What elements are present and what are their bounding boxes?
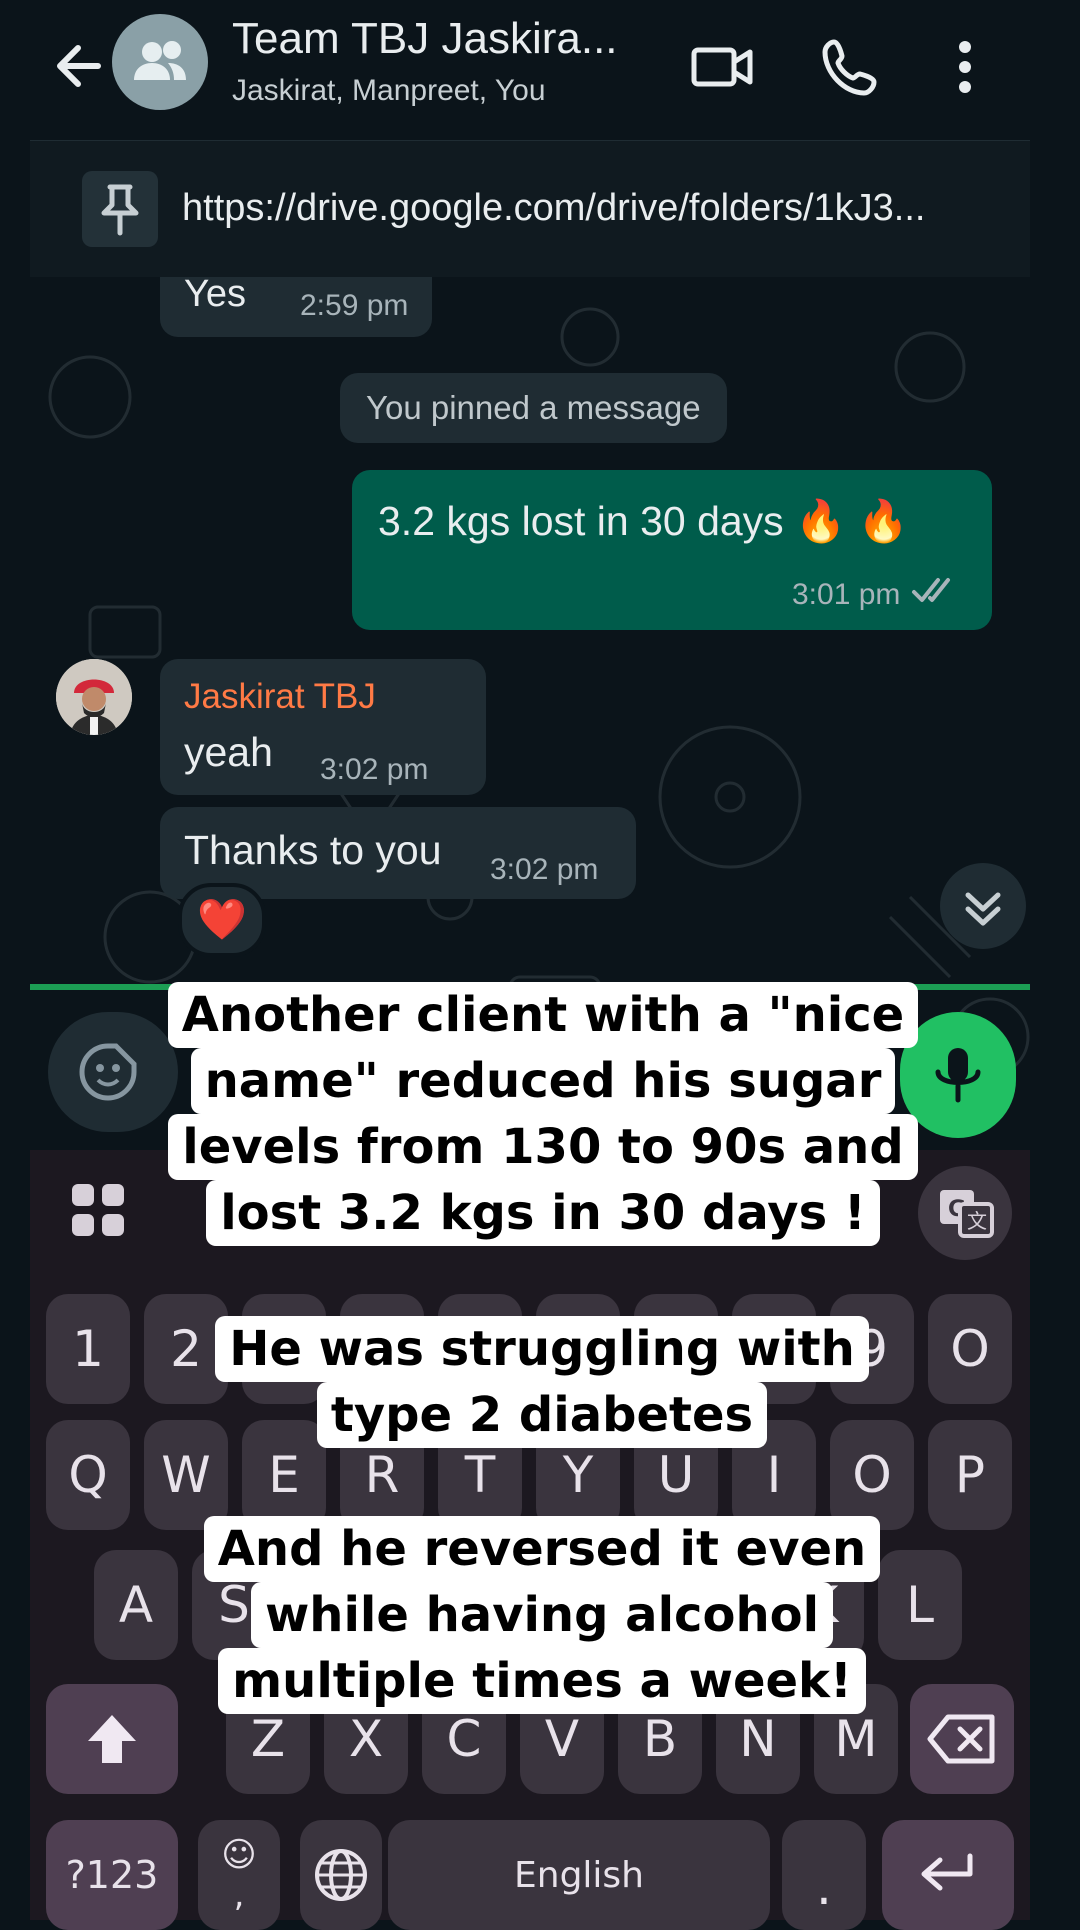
emoji-icon: ☺: [221, 1835, 257, 1875]
shift-arrow-icon: [88, 1715, 136, 1763]
translate-icon[interactable]: G文: [918, 1166, 1012, 1260]
apps-grid-icon[interactable]: [70, 1182, 126, 1243]
caption-block-2: He was struggling with type 2 diabetes: [212, 1316, 872, 1448]
back-arrow-icon[interactable]: [48, 36, 108, 96]
globe-icon: [315, 1849, 367, 1901]
message-time: 3:01 pm: [792, 578, 901, 611]
message-time: 3:02 pm: [490, 853, 599, 886]
key-q[interactable]: Q: [46, 1420, 130, 1530]
space-key[interactable]: English: [388, 1820, 770, 1930]
chat-header: Team TBJ Jaskira... Jaskirat, Manpreet, …: [0, 0, 1080, 140]
sender-name: Jaskirat TBJ: [184, 677, 376, 716]
key-p[interactable]: P: [928, 1420, 1012, 1530]
shift-key[interactable]: [46, 1684, 178, 1794]
symbols-key[interactable]: ?123: [46, 1820, 178, 1930]
caption-line: Another client with a "nice: [167, 982, 919, 1048]
video-call-icon[interactable]: [688, 32, 758, 102]
message-input-field[interactable]: [48, 1012, 178, 1132]
heart-reaction[interactable]: ❤️: [178, 883, 266, 957]
message-text: Thanks to you: [184, 827, 442, 873]
key-a[interactable]: A: [94, 1550, 178, 1660]
key-1[interactable]: 1: [46, 1294, 130, 1404]
svg-text:文: 文: [967, 1209, 987, 1233]
caption-line: type 2 diabetes: [316, 1382, 768, 1448]
phone-icon[interactable]: [816, 32, 886, 102]
backspace-icon: [927, 1714, 995, 1764]
period-key[interactable]: .: [782, 1820, 866, 1930]
group-avatar-icon[interactable]: [112, 14, 208, 110]
sticker-icon[interactable]: [76, 1040, 140, 1109]
caption-line: And he reversed it even: [203, 1516, 881, 1582]
caption-block-3: And he reversed it even while having alco…: [202, 1516, 882, 1714]
more-vert-icon[interactable]: [930, 32, 1000, 102]
backspace-key[interactable]: [910, 1684, 1014, 1794]
read-receipt-icon: [910, 574, 958, 613]
outgoing-message-bubble[interactable]: 3.2 kgs lost in 30 days 🔥 🔥 3:01 pm: [352, 470, 992, 630]
language-key[interactable]: [300, 1820, 382, 1930]
chat-title[interactable]: Team TBJ Jaskira...: [232, 14, 618, 64]
pinned-link-text[interactable]: https://drive.google.com/drive/folders/1…: [182, 187, 925, 230]
enter-arrow-icon: [921, 1853, 973, 1891]
comma-label: ,: [233, 1875, 245, 1915]
message-text: Yes: [184, 277, 246, 315]
system-message: You pinned a message: [340, 373, 727, 443]
message-text: 3.2 kgs lost in 30 days 🔥 🔥: [378, 498, 909, 544]
caption-line: multiple times a week!: [218, 1648, 866, 1714]
message-time: 2:59 pm: [300, 289, 409, 322]
message-time: 3:02 pm: [320, 753, 429, 786]
sender-avatar[interactable]: [56, 659, 132, 735]
caption-block-1: Another client with a "nice name" reduced…: [166, 982, 920, 1246]
scroll-down-button[interactable]: [940, 863, 1026, 949]
caption-line: while having alcohol: [250, 1582, 834, 1648]
pin-icon: [82, 171, 158, 247]
key-l[interactable]: L: [878, 1550, 962, 1660]
emoji-comma-key[interactable]: ☺ ,: [198, 1820, 280, 1930]
incoming-message-bubble[interactable]: Jaskirat TBJ yeah 3:02 pm: [160, 659, 486, 795]
message-text: yeah: [184, 729, 273, 775]
caption-line: He was struggling with: [215, 1316, 869, 1382]
caption-line: levels from 130 to 90s and: [168, 1114, 918, 1180]
enter-key[interactable]: [882, 1820, 1014, 1930]
caption-line: name" reduced his sugar: [190, 1048, 896, 1114]
chat-participants[interactable]: Jaskirat, Manpreet, You: [232, 74, 546, 108]
incoming-message-bubble[interactable]: Yes 2:59 pm: [160, 277, 432, 337]
key-o[interactable]: O: [928, 1294, 1012, 1404]
double-chevron-down-icon: [965, 892, 1001, 926]
pinned-message-bar[interactable]: https://drive.google.com/drive/folders/1…: [30, 140, 1030, 278]
caption-line: lost 3.2 kgs in 30 days !: [206, 1180, 880, 1246]
